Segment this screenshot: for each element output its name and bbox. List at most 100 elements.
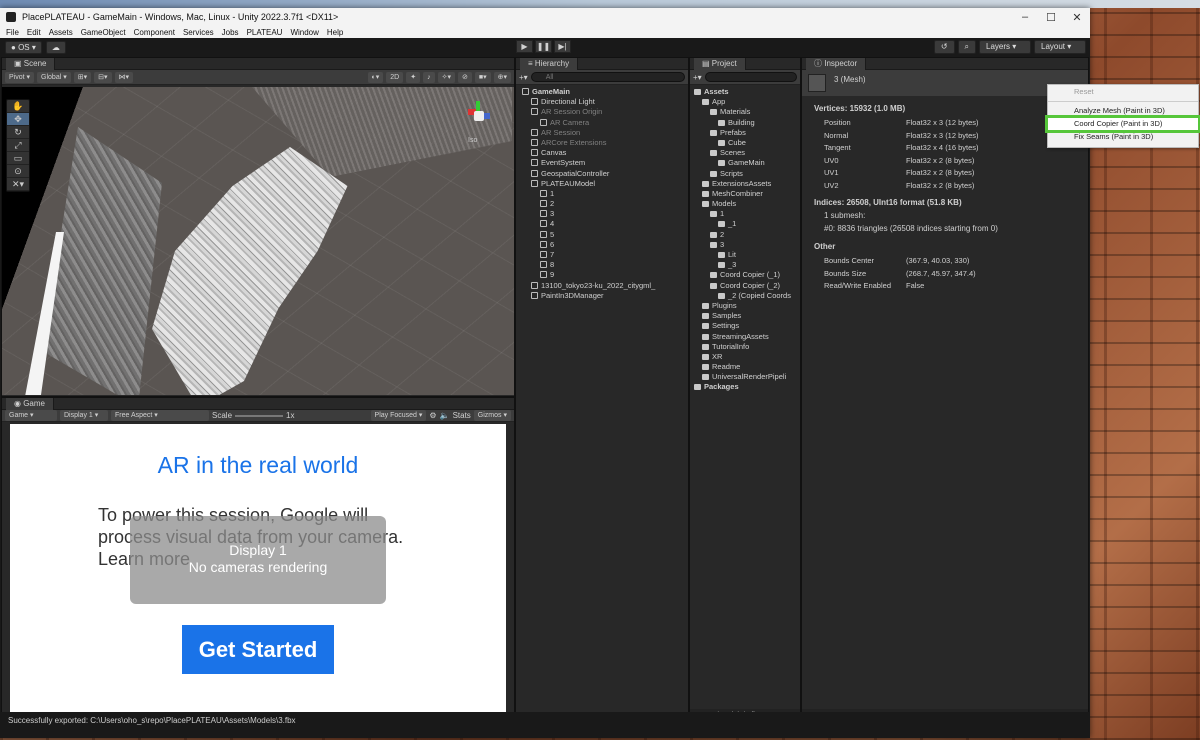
hierarchy-item[interactable]: EventSystem	[516, 158, 688, 168]
hierarchy-item[interactable]: 8	[516, 260, 688, 270]
project-search-input[interactable]	[704, 72, 797, 82]
menu-file[interactable]: File	[6, 28, 19, 37]
project-item[interactable]: Cube	[690, 138, 800, 148]
tab-scene[interactable]: ▣ Scene	[6, 57, 56, 70]
hierarchy-item[interactable]: AR Camera	[516, 118, 688, 128]
hierarchy-item[interactable]: AR Session	[516, 128, 688, 138]
menu-item-coord-copier[interactable]: Coord Copier (Paint in 3D)	[1045, 115, 1200, 133]
snap-increment-icon[interactable]: ⋈▾	[114, 71, 134, 83]
hierarchy-item[interactable]: PLATEAUModel	[516, 179, 688, 189]
play-focused-dropdown[interactable]: Play Focused ▾	[370, 410, 427, 421]
aspect-dropdown[interactable]: Free Aspect ▾	[111, 410, 209, 421]
project-item[interactable]: ExtensionsAssets	[690, 179, 800, 189]
account-button[interactable]: ● OS ▾	[5, 40, 42, 54]
project-item[interactable]: Scenes	[690, 148, 800, 158]
project-item[interactable]: Settings	[690, 321, 800, 331]
menu-edit[interactable]: Edit	[27, 28, 41, 37]
hierarchy-item[interactable]: GameMain	[516, 87, 688, 97]
add-icon[interactable]: +▾	[519, 73, 528, 82]
hierarchy-item[interactable]: 3	[516, 209, 688, 219]
project-item[interactable]: GameMain	[690, 158, 800, 168]
lighting-icon[interactable]: ✦	[406, 71, 421, 83]
hierarchy-item[interactable]: Directional Light	[516, 97, 688, 107]
tab-game[interactable]: ◉ Game	[6, 397, 54, 410]
project-add-icon[interactable]: +▾	[693, 73, 702, 82]
menu-gameobject[interactable]: GameObject	[81, 28, 126, 37]
project-item[interactable]: UniversalRenderPipeli	[690, 372, 800, 382]
tab-hierarchy[interactable]: ≡ Hierarchy	[520, 57, 579, 70]
play-icon[interactable]: ▶	[516, 40, 533, 53]
maximize-icon[interactable]: ☐	[1038, 11, 1064, 24]
global-dropdown[interactable]: Global ▾	[37, 71, 71, 83]
project-item[interactable]: Lit	[690, 250, 800, 260]
project-item[interactable]: 3	[690, 240, 800, 250]
project-item[interactable]: XR	[690, 352, 800, 362]
project-item[interactable]: Models	[690, 199, 800, 209]
draw-mode-icon[interactable]: ◐▾	[367, 71, 384, 83]
hierarchy-item[interactable]: Canvas	[516, 148, 688, 158]
layers-dropdown[interactable]: Layers ▾	[979, 40, 1031, 54]
menu-item-reset[interactable]: Reset	[1048, 86, 1198, 98]
menu-window[interactable]: Window	[290, 28, 318, 37]
grid-snap-icon[interactable]: ⊞▾	[73, 71, 92, 83]
project-item[interactable]: Packages	[690, 382, 800, 392]
menu-services[interactable]: Services	[183, 28, 214, 37]
project-item[interactable]: _2 (Copied Coords	[690, 291, 800, 301]
get-started-button[interactable]: Get Started	[182, 625, 334, 674]
project-item[interactable]: StreamingAssets	[690, 332, 800, 342]
project-item[interactable]: 1	[690, 209, 800, 219]
cloud-icon[interactable]: ☁	[45, 40, 66, 54]
rotate-tool-icon[interactable]: ↻	[7, 126, 29, 139]
menu-jobs[interactable]: Jobs	[222, 28, 239, 37]
menu-help[interactable]: Help	[327, 28, 343, 37]
hierarchy-item[interactable]: 6	[516, 240, 688, 250]
stats-button[interactable]: Stats	[453, 411, 471, 420]
camera-icon[interactable]: ■▾	[474, 71, 491, 83]
game-mode-dropdown[interactable]: Game ▾	[5, 410, 57, 421]
project-item[interactable]: Plugins	[690, 301, 800, 311]
grid-icon[interactable]: ⊟▾	[94, 71, 112, 83]
hierarchy-item[interactable]: 7	[516, 250, 688, 260]
effects-icon[interactable]: ✧▾	[437, 71, 455, 83]
hierarchy-item[interactable]: 2	[516, 199, 688, 209]
project-item[interactable]: Coord Copier (_1)	[690, 270, 800, 280]
project-item[interactable]: Scripts	[690, 169, 800, 179]
history-icon[interactable]: ↺	[933, 40, 955, 54]
hierarchy-item[interactable]: PaintIn3DManager	[516, 291, 688, 301]
menu-assets[interactable]: Assets	[49, 28, 73, 37]
search-icon[interactable]: ⌕	[957, 40, 976, 54]
menu-component[interactable]: Component	[134, 28, 175, 37]
project-item[interactable]: _3	[690, 260, 800, 270]
menu-plateau[interactable]: PLATEAU	[247, 28, 283, 37]
project-item[interactable]: Coord Copier (_2)	[690, 281, 800, 291]
settings-icon[interactable]: ⚙	[429, 411, 436, 420]
hierarchy-item[interactable]: 9	[516, 270, 688, 280]
hierarchy-item[interactable]: 4	[516, 219, 688, 229]
custom-tool-icon[interactable]: ✕▾	[7, 178, 29, 191]
move-tool-icon[interactable]: ✥	[7, 113, 29, 126]
project-item[interactable]: _1	[690, 219, 800, 229]
display-dropdown[interactable]: Display 1 ▾	[60, 410, 108, 421]
game-view[interactable]: AR in the real world To power this sessi…	[10, 424, 506, 722]
project-item[interactable]: Building	[690, 118, 800, 128]
project-item[interactable]: MeshCombiner	[690, 189, 800, 199]
hierarchy-item[interactable]: AR Session Origin	[516, 107, 688, 117]
project-item[interactable]: 2	[690, 230, 800, 240]
rect-tool-icon[interactable]: ▭	[7, 152, 29, 165]
gizmos-icon[interactable]: ⊕▾	[493, 71, 511, 83]
project-item[interactable]: Assets	[690, 87, 800, 97]
transform-tool-icon[interactable]: ⊙	[7, 165, 29, 178]
layout-dropdown[interactable]: Layout ▾	[1034, 40, 1086, 54]
project-item[interactable]: App	[690, 97, 800, 107]
menu-item-fix-seams[interactable]: Fix Seams (Paint in 3D)	[1048, 131, 1198, 143]
hand-tool-icon[interactable]: ✋	[7, 100, 29, 113]
mute-icon[interactable]: 🔈	[440, 411, 450, 420]
close-icon[interactable]: ✕	[1064, 11, 1090, 24]
project-item[interactable]: Materials	[690, 107, 800, 117]
hierarchy-item[interactable]: ARCore Extensions	[516, 138, 688, 148]
project-item[interactable]: Readme	[690, 362, 800, 372]
scene-view[interactable]: ✋ ✥ ↻ ⤢ ▭ ⊙ ✕▾ Iso	[2, 87, 514, 395]
audio-icon[interactable]: ♪	[423, 71, 435, 83]
hierarchy-item[interactable]: GeospatialController	[516, 169, 688, 179]
gizmos-dropdown[interactable]: Gizmos ▾	[473, 410, 511, 421]
